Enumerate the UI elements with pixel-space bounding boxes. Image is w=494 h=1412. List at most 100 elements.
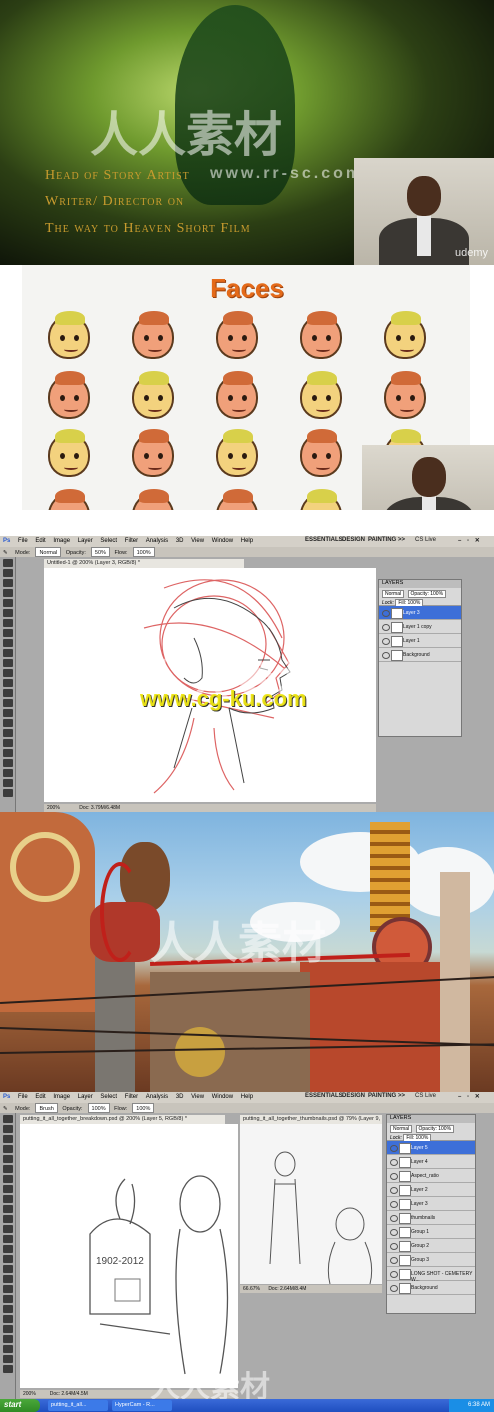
- tool-icon[interactable]: [2, 1165, 13, 1173]
- tool-icon[interactable]: [2, 1195, 13, 1203]
- tool-icon[interactable]: [2, 649, 13, 657]
- tool-icon[interactable]: [2, 1265, 13, 1273]
- workspace-essentials[interactable]: ESSENTIALS: [305, 1093, 343, 1099]
- tool-icon[interactable]: [2, 1125, 13, 1133]
- tool-icon[interactable]: [2, 579, 13, 587]
- workspace-design[interactable]: DESIGN: [342, 537, 365, 543]
- tool-icon[interactable]: [2, 1215, 13, 1223]
- menu-edit[interactable]: Edit: [32, 536, 48, 544]
- brush-tool-icon[interactable]: ✎: [0, 1104, 11, 1112]
- workspace-painting[interactable]: PAINTING: [368, 1093, 396, 1099]
- workspace-more[interactable]: >>: [398, 1093, 405, 1099]
- layer-row[interactable]: Background: [379, 648, 461, 662]
- layer-row[interactable]: Group 3: [387, 1253, 475, 1267]
- opacity-field[interactable]: 50%: [90, 547, 110, 557]
- mode-select[interactable]: Brush: [35, 1103, 58, 1113]
- layer-row[interactable]: Layer 2: [387, 1183, 475, 1197]
- menu-edit[interactable]: Edit: [32, 1092, 48, 1100]
- tool-icon[interactable]: [2, 599, 13, 607]
- blend-mode-select[interactable]: Normal: [390, 1125, 413, 1133]
- menu-file[interactable]: File: [15, 1092, 31, 1100]
- layer-opacity[interactable]: Opacity: 100%: [415, 1125, 455, 1133]
- tool-icon[interactable]: [2, 1225, 13, 1233]
- tool-icon[interactable]: [2, 559, 13, 567]
- tool-icon[interactable]: [2, 719, 13, 727]
- menu-view[interactable]: View: [188, 1092, 207, 1100]
- tool-icon[interactable]: [2, 1255, 13, 1263]
- layer-row[interactable]: Layer 5: [387, 1141, 475, 1155]
- canvas[interactable]: [44, 568, 376, 802]
- tool-icon[interactable]: [2, 709, 13, 717]
- menu-analysis[interactable]: Analysis: [143, 1092, 171, 1100]
- window-controls[interactable]: – ▫ ✕: [458, 537, 482, 544]
- document-tab[interactable]: Untitled-1 @ 200% (Layer 3, RGB/8) *: [44, 559, 244, 568]
- menu-3d[interactable]: 3D: [173, 536, 187, 544]
- layer-row[interactable]: Group 2: [387, 1239, 475, 1253]
- menu-layer[interactable]: Layer: [75, 536, 96, 544]
- cs-live-button[interactable]: CS Live: [415, 1093, 436, 1099]
- tool-icon[interactable]: [2, 1115, 13, 1123]
- layer-row[interactable]: LONG SHOT - CEMETERY W...: [387, 1267, 475, 1283]
- start-button[interactable]: start: [0, 1399, 40, 1412]
- tool-icon[interactable]: [2, 1315, 13, 1323]
- tool-icon[interactable]: [2, 569, 13, 577]
- tool-icon[interactable]: [2, 689, 13, 697]
- layer-row[interactable]: Group 1: [387, 1225, 475, 1239]
- tool-icon[interactable]: [2, 1275, 13, 1283]
- tool-icon[interactable]: [2, 739, 13, 747]
- menu-analysis[interactable]: Analysis: [143, 536, 171, 544]
- menu-view[interactable]: View: [188, 536, 207, 544]
- tool-icon[interactable]: [2, 729, 13, 737]
- layer-row[interactable]: Layer 4: [387, 1155, 475, 1169]
- tool-icon[interactable]: [2, 679, 13, 687]
- cs-live-button[interactable]: CS Live: [415, 537, 436, 543]
- tool-icon[interactable]: [2, 1355, 13, 1363]
- workspace-painting[interactable]: PAINTING: [368, 537, 396, 543]
- tool-icon[interactable]: [2, 699, 13, 707]
- layer-row[interactable]: Layer 3: [387, 1197, 475, 1211]
- tool-icon[interactable]: [2, 769, 13, 777]
- tool-icon[interactable]: [2, 1305, 13, 1313]
- document-tab-thumbnails[interactable]: putting_it_all_together_thumbnails.psd @…: [240, 1115, 382, 1124]
- document-tab-breakdown[interactable]: putting_it_all_together_breakdown.psd @ …: [20, 1115, 225, 1124]
- tool-icon[interactable]: [2, 1235, 13, 1243]
- tool-icon[interactable]: [2, 779, 13, 787]
- tool-icon[interactable]: [2, 1185, 13, 1193]
- layer-row[interactable]: Layer 3: [379, 606, 461, 620]
- menu-layer[interactable]: Layer: [75, 1092, 96, 1100]
- menu-help[interactable]: Help: [238, 536, 256, 544]
- flow-field[interactable]: 100%: [132, 547, 155, 557]
- layer-opacity[interactable]: Opacity: 100%: [407, 590, 447, 598]
- tool-icon[interactable]: [2, 629, 13, 637]
- menu-help[interactable]: Help: [238, 1092, 256, 1100]
- layer-row[interactable]: Aspect_ratio: [387, 1169, 475, 1183]
- menu-filter[interactable]: Filter: [122, 1092, 141, 1100]
- tool-icon[interactable]: [2, 1345, 13, 1353]
- tool-icon[interactable]: [2, 1155, 13, 1163]
- tool-icon[interactable]: [2, 639, 13, 647]
- brush-tool-icon[interactable]: ✎: [0, 548, 11, 556]
- layer-row[interactable]: Layer 1: [379, 634, 461, 648]
- menu-select[interactable]: Select: [97, 536, 120, 544]
- layer-row[interactable]: Background: [387, 1281, 475, 1295]
- zoom-level[interactable]: 66.67%: [243, 1286, 260, 1292]
- tool-icon[interactable]: [2, 789, 13, 797]
- menu-window[interactable]: Window: [209, 536, 236, 544]
- menu-image[interactable]: Image: [50, 536, 73, 544]
- tool-icon[interactable]: [2, 1245, 13, 1253]
- tool-icon[interactable]: [2, 589, 13, 597]
- window-controls[interactable]: – ▫ ✕: [458, 1093, 482, 1100]
- tool-icon[interactable]: [2, 1175, 13, 1183]
- blend-mode-select[interactable]: Normal: [382, 590, 405, 598]
- mode-select[interactable]: Normal: [35, 547, 62, 557]
- flow-field[interactable]: 100%: [132, 1103, 155, 1113]
- tool-icon[interactable]: [2, 749, 13, 757]
- tool-icon[interactable]: [2, 1365, 13, 1373]
- tool-icon[interactable]: [2, 1285, 13, 1293]
- tool-icon[interactable]: [2, 759, 13, 767]
- tool-icon[interactable]: [2, 609, 13, 617]
- layer-row[interactable]: thumbnails: [387, 1211, 475, 1225]
- taskbar-button-hypercam[interactable]: HyperCam - R...: [112, 1400, 172, 1411]
- taskbar-button-photoshop[interactable]: putting_it_all...: [48, 1400, 108, 1411]
- tool-icon[interactable]: [2, 669, 13, 677]
